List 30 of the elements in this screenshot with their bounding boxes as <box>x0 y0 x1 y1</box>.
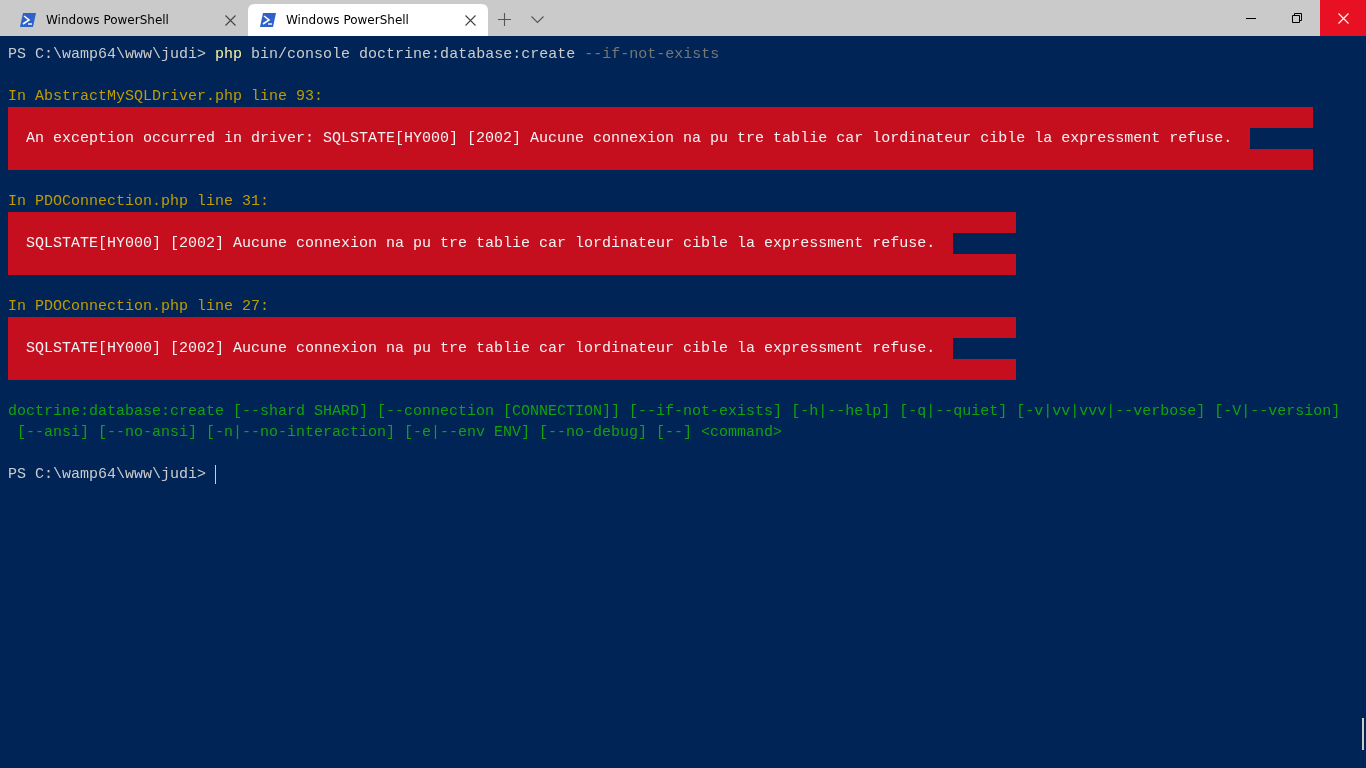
command-arguments: bin/console doctrine:database:create <box>251 46 576 63</box>
background-gap <box>1250 128 1314 149</box>
error-message: SQLSTATE[HY000] [2002] Aucune connexion na pu tre tablie car lordinateur cible la expressment refuse. <box>25 234 937 254</box>
close-tab-icon[interactable] <box>225 14 236 26</box>
error-location: In PDOConnection.php line 31: <box>8 193 270 210</box>
scrollbar-thumb[interactable] <box>1362 718 1364 750</box>
minimize-icon <box>1246 17 1256 19</box>
restore-icon <box>1292 13 1302 23</box>
prompt: PS C:\wamp64\www\judi> <box>8 46 207 63</box>
powershell-icon <box>260 13 276 27</box>
tab[interactable]: Windows PowerShell <box>248 4 488 36</box>
tab-title: Windows PowerShell <box>46 13 170 27</box>
close-icon <box>1337 12 1349 24</box>
error-message: SQLSTATE[HY000] [2002] Aucune connexion na pu tre tablie car lordinateur cible la expressment refuse. <box>25 339 937 359</box>
tab[interactable]: Windows PowerShell <box>8 4 248 36</box>
usage-text: doctrine:database:create [--shard SHARD] [--connection [CONNECTION]] [--if-not-exists] [-h|--help] [-q|--quiet] [-v|vv|vvv|--verbose] [-V|--version] <box>8 403 1341 420</box>
option-text: --if-not-exists <box>584 46 720 63</box>
new-tab-icon[interactable] <box>498 13 511 26</box>
error-message: An exception occurred in driver: SQLSTATE[HY000] [2002] Aucune connexion na pu tre tablie car lordinateur cible la expressment refuse. <box>25 129 1234 149</box>
prompt: PS C:\wamp64\www\judi> <box>8 466 207 483</box>
tab-title: Windows PowerShell <box>286 13 410 27</box>
error-location: In PDOConnection.php line 27: <box>8 298 270 315</box>
command-name: php <box>215 46 243 63</box>
error-location: In AbstractMySQLDriver.php line 93: <box>8 88 324 105</box>
background-gap <box>953 233 1017 254</box>
background-gap <box>953 338 1017 359</box>
usage-text: [--ansi] [--no-ansi] [-n|--no-interaction] [-e|--env ENV] [--no-debug] [--] <command> <box>16 424 783 441</box>
powershell-icon <box>20 13 36 27</box>
dropdown-chevron-icon[interactable] <box>531 16 544 24</box>
close-tab-icon[interactable] <box>465 14 476 26</box>
